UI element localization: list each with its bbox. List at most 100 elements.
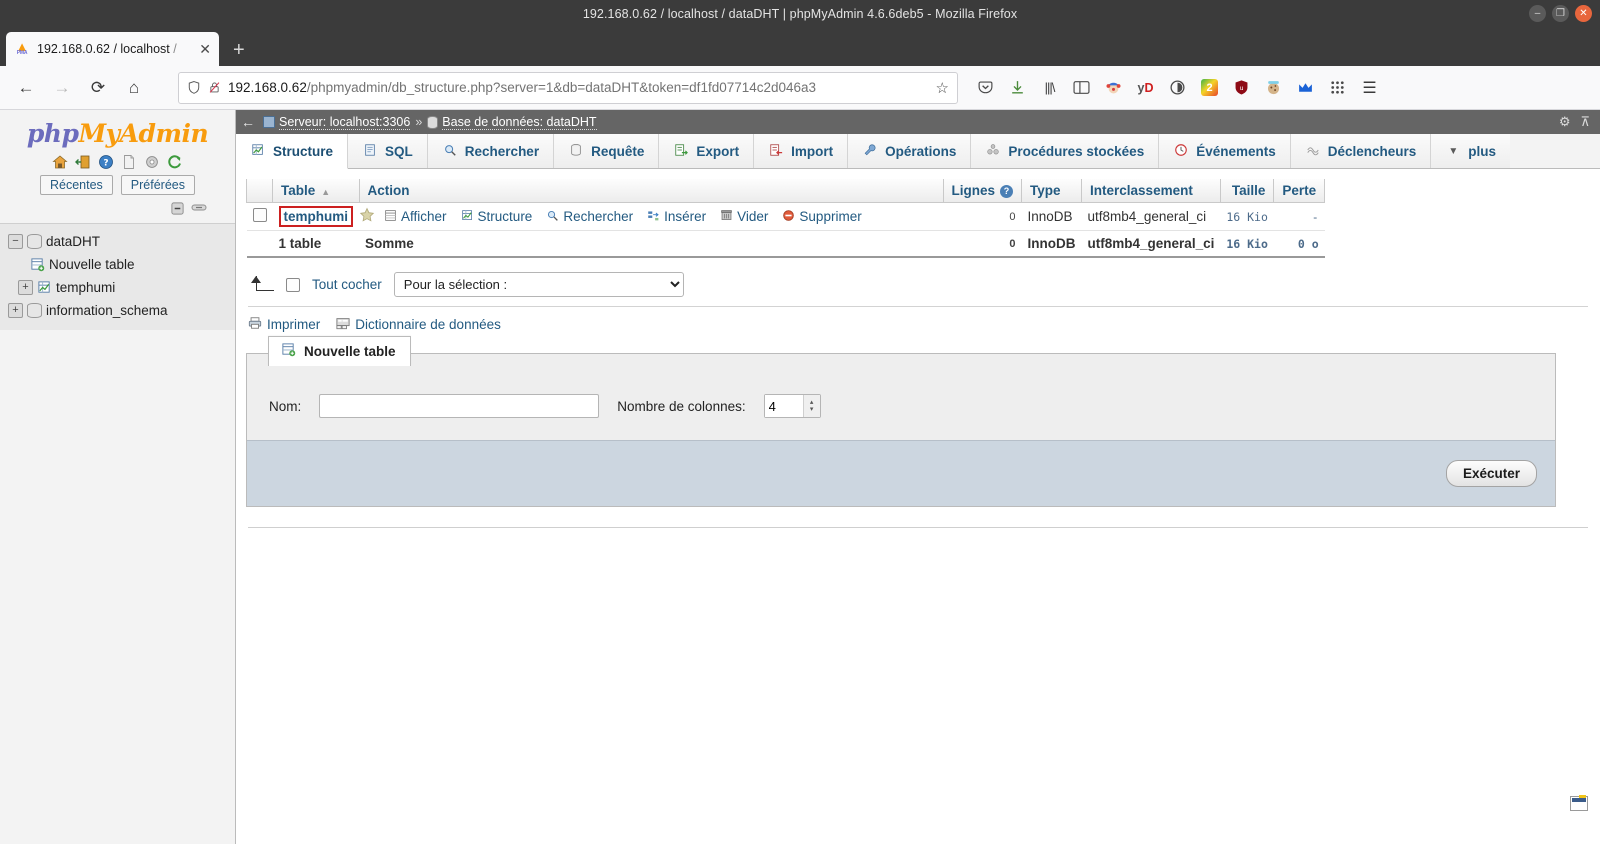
- close-button[interactable]: ✕: [1575, 5, 1592, 22]
- tab-operations[interactable]: Opérations: [848, 134, 972, 168]
- tab-more[interactable]: ▼ plus: [1431, 134, 1511, 168]
- pocket-icon[interactable]: [976, 78, 995, 97]
- expander-collapse-icon[interactable]: −: [8, 234, 23, 249]
- phpmyadmin-logo[interactable]: phpMyAdmin: [0, 110, 235, 150]
- collapse-panel-icon[interactable]: ⊼: [1580, 114, 1590, 130]
- browser-tab-title: 192.168.0.62 / localhost /: [37, 42, 177, 56]
- row-collation: utf8mb4_general_ci: [1081, 202, 1221, 231]
- browse-icon: [384, 209, 397, 225]
- breadcrumb-database[interactable]: Base de données: dataDHT: [427, 115, 597, 130]
- header-type[interactable]: Type: [1021, 179, 1083, 203]
- wiki-icon[interactable]: [121, 153, 138, 170]
- tab-triggers[interactable]: Déclencheurs: [1290, 134, 1432, 168]
- table-row: temphumi Afficher Structure Rechercher I…: [246, 202, 1325, 231]
- browser-tab[interactable]: ▲ PMA 192.168.0.62 / localhost / ✕: [6, 32, 219, 66]
- action-drop[interactable]: Supprimer: [782, 209, 862, 225]
- hamburger-menu-icon[interactable]: ☰: [1360, 78, 1379, 97]
- tree-item-datadht[interactable]: − dataDHT: [0, 230, 235, 253]
- table-name-link[interactable]: temphumi: [278, 206, 354, 227]
- tab-sql[interactable]: SQL: [348, 134, 428, 168]
- help-docs-icon[interactable]: ?: [98, 153, 115, 170]
- database-icon: [27, 234, 42, 249]
- settings-gear-icon[interactable]: ⚙: [1559, 114, 1571, 130]
- home-icon[interactable]: [52, 153, 69, 170]
- data-dictionary-link[interactable]: Dictionnaire de données: [336, 316, 501, 333]
- collapse-all-icon[interactable]: [170, 201, 185, 219]
- new-tab-button[interactable]: +: [233, 40, 245, 60]
- print-link[interactable]: Imprimer: [248, 316, 320, 333]
- extension-2-icon[interactable]: 2: [1200, 78, 1219, 97]
- reload-button[interactable]: ⟳: [82, 72, 114, 104]
- sidebar-icon[interactable]: [1072, 78, 1091, 97]
- forward-button[interactable]: →: [46, 72, 78, 104]
- tree-item-temphumi[interactable]: + temphumi: [0, 276, 235, 299]
- clock-icon: [1173, 143, 1189, 160]
- tree-item-nouvelle-table[interactable]: Nouvelle table: [0, 253, 235, 276]
- tab-query[interactable]: Requête: [554, 134, 660, 168]
- bookmark-star-icon[interactable]: ☆: [936, 79, 949, 97]
- with-selected-select[interactable]: Pour la sélection : Analyser la table Vé…: [393, 272, 684, 297]
- back-button[interactable]: ←: [10, 72, 42, 104]
- row-rows-count: 0: [943, 202, 1022, 231]
- cookie-autodelete-icon[interactable]: [1264, 78, 1283, 97]
- search-icon: [442, 143, 458, 160]
- action-search[interactable]: Rechercher: [546, 209, 633, 225]
- url-text[interactable]: 192.168.0.62/phpmyadmin/db_structure.php…: [228, 80, 929, 95]
- ublock-origin-icon[interactable]: u: [1232, 78, 1251, 97]
- breadcrumb-server[interactable]: Serveur: localhost:3306: [263, 115, 411, 130]
- library-icon[interactable]: |||\: [1040, 78, 1059, 97]
- url-bar[interactable]: 192.168.0.62/phpmyadmin/db_structure.php…: [178, 71, 958, 104]
- tab-search[interactable]: Rechercher: [427, 134, 555, 168]
- home-button[interactable]: ⌂: [118, 72, 150, 104]
- maximize-button[interactable]: ❐: [1552, 5, 1569, 22]
- tab-structure[interactable]: Structure: [236, 134, 349, 169]
- downloads-icon[interactable]: [1008, 78, 1027, 97]
- tab-events[interactable]: Événements: [1159, 134, 1291, 168]
- action-empty[interactable]: Vider: [720, 209, 768, 225]
- header-size[interactable]: Taille: [1220, 179, 1275, 203]
- lock-crossed-icon[interactable]: [208, 80, 221, 95]
- tab-import[interactable]: Import: [754, 134, 849, 168]
- extension-clown-icon[interactable]: [1104, 78, 1123, 97]
- browser-titlebar: 192.168.0.62 / localhost / dataDHT | php…: [0, 0, 1600, 28]
- app-grid-icon[interactable]: [1328, 78, 1347, 97]
- action-insert[interactable]: Insérer: [647, 209, 706, 225]
- header-overhead[interactable]: Perte: [1273, 179, 1326, 203]
- header-collation[interactable]: Interclassement: [1081, 179, 1221, 203]
- action-structure[interactable]: Structure: [461, 209, 532, 225]
- extension-yd-icon[interactable]: yD: [1136, 78, 1155, 97]
- stepper-arrows-icon[interactable]: ▴ ▾: [802, 395, 820, 417]
- tab-close-icon[interactable]: ✕: [199, 42, 211, 56]
- logout-icon[interactable]: [75, 153, 92, 170]
- favorite-tables-button[interactable]: Préférées: [120, 175, 195, 195]
- columns-count-stepper[interactable]: ▴▾: [763, 394, 821, 418]
- console-toggle-icon[interactable]: [1570, 796, 1588, 811]
- header-rows[interactable]: Lignes?: [943, 179, 1023, 203]
- action-browse[interactable]: Afficher: [384, 209, 447, 225]
- expander-expand-icon[interactable]: +: [18, 280, 33, 295]
- shield-icon[interactable]: [187, 80, 201, 95]
- recent-tables-button[interactable]: Récentes: [39, 175, 113, 195]
- tab-export[interactable]: Export: [659, 134, 755, 168]
- browser-navbar: ← → ⟳ ⌂ 192.168.0.62/phpmyadmin/db_struc…: [0, 66, 1600, 110]
- execute-button[interactable]: Exécuter: [1445, 460, 1537, 487]
- extension-privacy-icon[interactable]: [1168, 78, 1187, 97]
- expander-expand-icon[interactable]: +: [8, 303, 23, 318]
- columns-count-input[interactable]: [764, 395, 803, 417]
- reload-navigation-icon[interactable]: [167, 153, 184, 170]
- minimize-button[interactable]: –: [1529, 5, 1546, 22]
- check-all-checkbox[interactable]: [286, 277, 300, 292]
- star-icon[interactable]: [359, 207, 375, 226]
- row-checkbox[interactable]: [252, 208, 267, 222]
- link-with-main-panel-icon[interactable]: [191, 201, 207, 219]
- tab-label: plus: [1468, 143, 1497, 159]
- tab-label: Structure: [273, 143, 334, 159]
- settings-gear-icon[interactable]: [144, 153, 161, 170]
- table-name-input[interactable]: [319, 394, 600, 418]
- tab-routines[interactable]: Procédures stockées: [971, 134, 1160, 168]
- tree-item-information-schema[interactable]: + information_schema: [0, 299, 235, 322]
- header-table[interactable]: Table ▲: [272, 179, 360, 203]
- breadcrumb-back-icon[interactable]: ←: [238, 114, 258, 130]
- malwarebytes-icon[interactable]: [1296, 78, 1315, 97]
- check-all-label[interactable]: Tout cocher: [312, 277, 382, 292]
